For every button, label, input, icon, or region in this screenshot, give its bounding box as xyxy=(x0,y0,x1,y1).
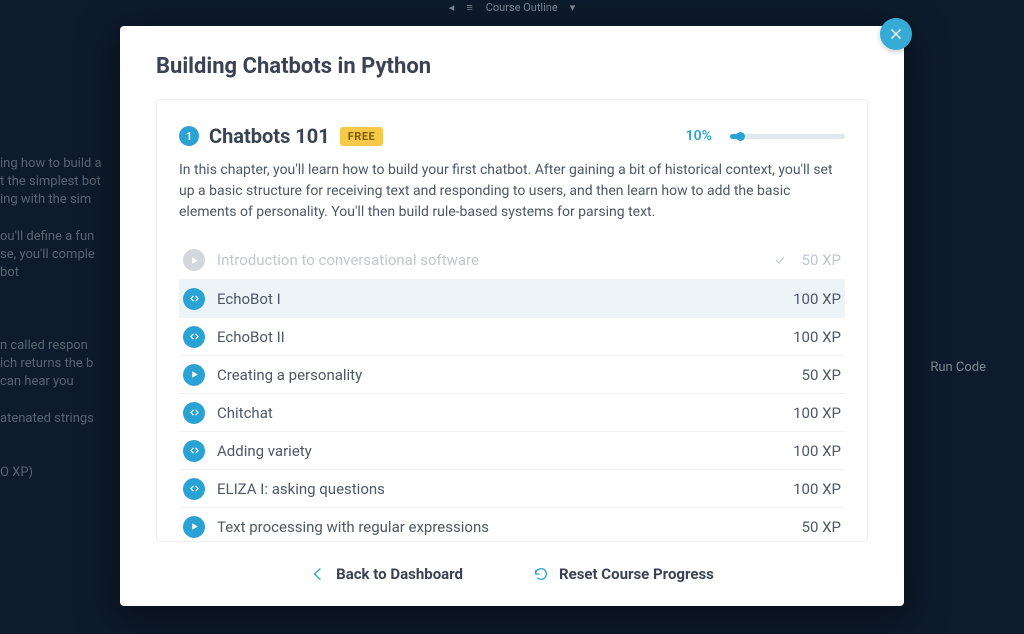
chapter-description: In this chapter, you'll learn how to bui… xyxy=(179,160,845,223)
chapter-title: Chatbots 101 xyxy=(209,124,330,148)
lesson-row[interactable]: Chitchat 100 XP xyxy=(179,393,845,431)
code-icon xyxy=(183,402,205,424)
lesson-name: Adding variety xyxy=(217,442,781,460)
lesson-name: Introduction to conversational software xyxy=(217,251,762,269)
lesson-row[interactable]: EchoBot II 100 XP xyxy=(179,317,845,355)
lesson-name: EchoBot I xyxy=(217,290,781,308)
lesson-row[interactable]: ELIZA I: asking questions 100 XP xyxy=(179,469,845,507)
progress-bar xyxy=(730,134,845,139)
play-icon xyxy=(183,249,205,271)
play-icon xyxy=(183,364,205,386)
modal-footer: Back to Dashboard Reset Course Progress xyxy=(156,542,868,606)
check-icon xyxy=(774,251,790,270)
code-icon xyxy=(183,478,205,500)
lesson-name: EchoBot II xyxy=(217,328,781,346)
lesson-name: Text processing with regular expressions xyxy=(217,518,790,536)
lesson-xp: 50 XP xyxy=(802,366,841,384)
progress-fill xyxy=(730,134,742,139)
lesson-xp: 100 XP xyxy=(793,442,841,460)
progress-percent: 10% xyxy=(686,128,712,144)
chevron-left-icon xyxy=(310,566,326,582)
close-icon xyxy=(889,27,903,41)
lesson-xp: 100 XP xyxy=(793,404,841,422)
lesson-name: Creating a personality xyxy=(217,366,790,384)
free-badge: FREE xyxy=(340,127,383,146)
modal-overlay: Building Chatbots in Python 1 Chatbots 1… xyxy=(0,0,1024,634)
back-to-dashboard-link[interactable]: Back to Dashboard xyxy=(310,565,463,583)
lesson-name: Chitchat xyxy=(217,404,781,422)
lesson-row[interactable]: Creating a personality 50 XP xyxy=(179,355,845,393)
reset-progress-link[interactable]: Reset Course Progress xyxy=(533,565,714,583)
lesson-row[interactable]: Introduction to conversational software 5… xyxy=(179,241,845,279)
code-icon xyxy=(183,326,205,348)
chapter-scroll-area[interactable]: 1 Chatbots 101 FREE 10% In this chapter,… xyxy=(156,99,868,542)
lesson-xp: 100 XP xyxy=(793,480,841,498)
lesson-row[interactable]: EchoBot I 100 XP xyxy=(179,279,845,317)
lesson-xp: 100 XP xyxy=(793,290,841,308)
course-outline-modal: Building Chatbots in Python 1 Chatbots 1… xyxy=(120,26,904,606)
lesson-row[interactable]: Adding variety 100 XP xyxy=(179,431,845,469)
code-icon xyxy=(183,440,205,462)
lesson-xp: 100 XP xyxy=(793,328,841,346)
modal-title: Building Chatbots in Python xyxy=(156,54,868,79)
close-button[interactable] xyxy=(880,18,912,50)
lesson-name: ELIZA I: asking questions xyxy=(217,480,781,498)
chapter-header: 1 Chatbots 101 FREE 10% xyxy=(179,124,845,148)
lesson-xp: 50 XP xyxy=(802,518,841,536)
code-icon xyxy=(183,288,205,310)
lesson-row[interactable]: Text processing with regular expressions… xyxy=(179,507,845,542)
lesson-list: Introduction to conversational software 5… xyxy=(179,241,845,542)
chapter-number-badge: 1 xyxy=(179,126,199,146)
refresh-icon xyxy=(533,566,549,582)
play-icon xyxy=(183,516,205,538)
lesson-xp: 50 XP xyxy=(802,251,841,269)
